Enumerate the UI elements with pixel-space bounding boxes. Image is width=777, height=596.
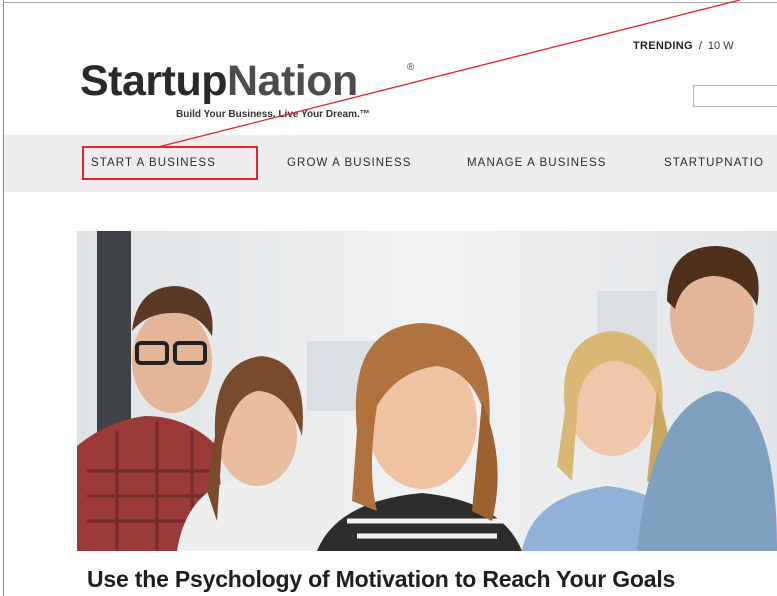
trending-bar: TRENDING / 10 W [633,40,734,52]
trending-label: TRENDING [633,40,693,52]
hero-photo-illustration [77,231,777,551]
window-edge-top [3,2,777,3]
window-edge-left [3,0,4,596]
trending-separator: / [698,40,702,52]
nav-grow-a-business[interactable]: GROW A BUSINESS [287,157,412,169]
logo-name-nation: Nation [227,57,358,105]
hero-image[interactable] [77,231,777,551]
registered-mark: ® [407,62,415,73]
logo-tagline: Build Your Business. Live Your Dream.™ [176,109,370,120]
search-input[interactable] [693,85,777,107]
nav-startupnation[interactable]: STARTUPNATIO [664,157,764,169]
logo-wordmark: StartupNation [80,58,358,104]
annotation-highlight-box [82,146,258,180]
trending-link[interactable]: 10 W [708,40,734,52]
logo-name-startup: Startup [80,57,228,105]
nav-manage-a-business[interactable]: MANAGE A BUSINESS [467,157,607,169]
site-logo[interactable]: StartupNation ® Build Your Business. Liv… [80,58,420,120]
article-title[interactable]: Use the Psychology of Motivation to Reac… [87,566,675,593]
